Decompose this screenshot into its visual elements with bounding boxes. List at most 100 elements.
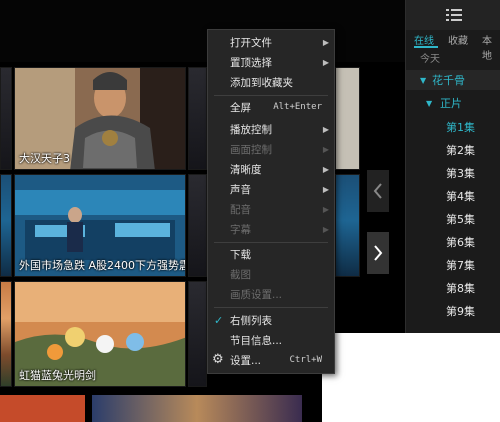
list-icon[interactable]: [445, 9, 462, 21]
triangle-down-icon: ▼: [426, 98, 433, 108]
panel-tabs: 在线 收藏 本地: [406, 30, 500, 62]
context-menu: 打开文件 ▶ 置顶选择 ▶ 添加到收藏夹 全屏 Alt+Enter 播放控制 ▶ 画面控…: [207, 29, 335, 374]
tab-favorites[interactable]: 收藏: [448, 32, 468, 47]
group-title: 正片: [440, 97, 462, 110]
video-tile-partial[interactable]: [188, 281, 207, 387]
menu-item-label: 右侧列表: [230, 314, 272, 327]
menu-item-settings[interactable]: ⚙ 设置... Ctrl+W: [208, 350, 334, 370]
top-bar: [0, 0, 405, 62]
menu-item-program-info[interactable]: 节目信息...: [208, 330, 334, 350]
episode-item[interactable]: 第7集: [406, 255, 500, 275]
menu-item-picture-control[interactable]: 画面控制 ▶: [208, 139, 334, 159]
episode-item[interactable]: 第5集: [406, 209, 500, 229]
active-tab-indicator: [414, 46, 438, 48]
menu-separator: [214, 307, 328, 308]
menu-item-label: 声音: [230, 183, 251, 196]
menu-item-shortcut: Alt+Enter: [273, 102, 322, 112]
submenu-arrow-icon: ▶: [322, 164, 329, 174]
blank-region: [322, 333, 500, 422]
video-title: 大汉天子3: [19, 152, 70, 165]
video-tile[interactable]: 大汉天子3: [14, 67, 186, 170]
episode-label: 第6集: [446, 236, 475, 249]
menu-item-screenshot[interactable]: 截图: [208, 264, 334, 284]
menu-item-dubbing[interactable]: 配音 ▶: [208, 199, 334, 219]
video-tile-partial[interactable]: [0, 174, 12, 277]
episode-label: 第2集: [446, 144, 475, 157]
video-row-partial: [0, 395, 322, 422]
menu-item-label: 截图: [230, 268, 251, 281]
menu-item-label: 字幕: [230, 223, 251, 236]
episode-item[interactable]: 第8集: [406, 278, 500, 298]
submenu-arrow-icon: ▶: [322, 224, 329, 234]
menu-item-label: 画质设置...: [230, 288, 283, 301]
menu-item-label: 清晰度: [230, 163, 262, 176]
menu-item-audio[interactable]: 声音 ▶: [208, 179, 334, 199]
video-tile[interactable]: 外国市场急跌 A股2400下方强势震荡: [14, 174, 186, 277]
menu-item-label: 打开文件: [230, 36, 272, 49]
video-tile-partial[interactable]: [0, 67, 12, 170]
episode-item[interactable]: 第3集: [406, 163, 500, 183]
video-tile-partial[interactable]: [188, 174, 207, 277]
video-tile-partial[interactable]: [188, 67, 207, 170]
video-tile-partial[interactable]: [0, 281, 12, 387]
menu-item-label: 画面控制: [230, 143, 272, 156]
menu-item-download[interactable]: 下载: [208, 244, 334, 264]
series-title: 花千骨: [432, 74, 465, 87]
menu-item-label: 配音: [230, 203, 251, 216]
menu-item-pin-top[interactable]: 置顶选择 ▶: [208, 52, 334, 72]
chevron-right-icon: [374, 245, 383, 261]
menu-item-picture-settings[interactable]: 画质设置...: [208, 284, 334, 304]
menu-item-playback-control[interactable]: 播放控制 ▶: [208, 119, 334, 139]
episode-item[interactable]: 第6集: [406, 232, 500, 252]
menu-item-label: 全屏: [230, 101, 251, 114]
submenu-arrow-icon: ▶: [322, 204, 329, 214]
episode-label: 第4集: [446, 190, 475, 203]
episode-label: 第1集: [446, 121, 475, 134]
panel-header: [406, 0, 500, 30]
video-title: 外国市场急跌 A股2400下方强势震荡: [19, 259, 186, 272]
menu-item-fullscreen[interactable]: 全屏 Alt+Enter: [208, 97, 334, 117]
menu-item-label: 节目信息...: [230, 334, 283, 347]
menu-item-label: 添加到收藏夹: [230, 76, 293, 89]
tab-local[interactable]: 本地: [482, 32, 500, 62]
group-item[interactable]: ▼ 正片: [406, 93, 500, 113]
video-tile-partial[interactable]: [335, 174, 360, 277]
submenu-arrow-icon: ▶: [322, 57, 329, 67]
menu-item-shortcut: Ctrl+W: [289, 355, 322, 365]
episode-item[interactable]: 第9集: [406, 301, 500, 321]
episode-item[interactable]: 第4集: [406, 186, 500, 206]
episode-label: 第3集: [446, 167, 475, 180]
menu-item-label: 置顶选择: [230, 56, 272, 69]
section-label: 今天: [420, 54, 440, 65]
episode-label: 第7集: [446, 259, 475, 272]
episode-item[interactable]: 第2集: [406, 140, 500, 160]
submenu-arrow-icon: ▶: [322, 184, 329, 194]
submenu-arrow-icon: ▶: [322, 144, 329, 154]
menu-item-open-file[interactable]: 打开文件 ▶: [208, 32, 334, 52]
series-item[interactable]: ▼ 花千骨: [406, 70, 500, 90]
submenu-arrow-icon: ▶: [322, 124, 329, 134]
episode-label: 第9集: [446, 305, 475, 318]
episode-label: 第5集: [446, 213, 475, 226]
menu-item-label: 设置...: [230, 354, 262, 367]
tab-online[interactable]: 在线: [414, 32, 434, 47]
prev-page-button[interactable]: [367, 170, 389, 212]
menu-separator: [214, 95, 328, 96]
menu-item-quality[interactable]: 清晰度 ▶: [208, 159, 334, 179]
check-icon: ✓: [214, 313, 224, 327]
chevron-left-icon: [373, 183, 382, 199]
menu-item-subtitles[interactable]: 字幕 ▶: [208, 219, 334, 239]
episode-item[interactable]: 第1集: [406, 117, 500, 137]
video-title: 虹猫蓝兔光明剑: [19, 369, 96, 382]
submenu-arrow-icon: ▶: [322, 37, 329, 47]
triangle-down-icon: ▼: [420, 75, 427, 85]
video-tile-partial[interactable]: [335, 67, 360, 170]
menu-item-add-favorite[interactable]: 添加到收藏夹: [208, 72, 334, 92]
episode-label: 第8集: [446, 282, 475, 295]
menu-item-label: 播放控制: [230, 123, 272, 136]
next-page-button[interactable]: [367, 232, 389, 274]
menu-item-right-list[interactable]: ✓ 右侧列表: [208, 310, 334, 330]
gear-icon: ⚙: [212, 352, 224, 367]
video-tile[interactable]: 虹猫蓝兔光明剑: [14, 281, 186, 387]
menu-item-label: 下载: [230, 248, 251, 261]
